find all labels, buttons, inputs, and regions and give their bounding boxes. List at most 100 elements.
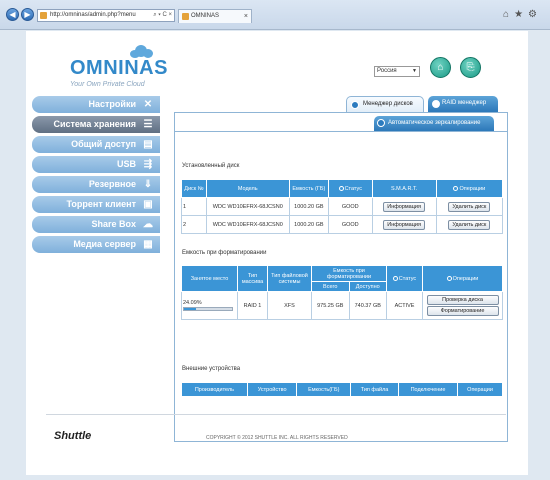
home-icon: ⌂ — [437, 62, 444, 73]
disk-num: 2 — [181, 215, 207, 234]
shuttle-logo: Shuttle — [54, 430, 92, 442]
total-capacity: 975.25 GB — [311, 291, 350, 320]
logo-tagline: Your Own Private Cloud — [70, 81, 145, 88]
table-header-row: Производитель Устройство Емкость(ГБ) Тип… — [181, 382, 503, 397]
smart-cell: Информация — [371, 197, 437, 216]
sidebar-item-label: Медиа сервер — [73, 239, 136, 249]
col-header: Операции — [435, 179, 504, 198]
col-header: Диск № — [181, 179, 207, 198]
used-space-fill — [184, 308, 196, 310]
raid-icon — [432, 100, 440, 108]
tab-close-icon[interactable]: × — [244, 10, 248, 23]
tab-raid-manager[interactable]: RAID менеджер — [428, 96, 498, 112]
disk-num: 1 — [181, 197, 207, 216]
smart-info-button[interactable]: Информация — [383, 219, 425, 230]
media-icon: ▦ — [143, 239, 153, 250]
table-row: 1 WDC WD10EFRX-68JCSN0 1000.20 GB GOOD И… — [181, 197, 504, 216]
col-subheader: Доступно — [348, 281, 387, 292]
disk-manager-panel: Автоматическое зеркалирование Установлен… — [174, 112, 508, 442]
sidebar-item-label: Резервное — [88, 179, 136, 189]
logout-icon: ⎘ — [466, 62, 475, 73]
status-icon — [392, 275, 398, 281]
col-header: Подключение — [397, 382, 459, 397]
gear-icon[interactable]: ⚙ — [528, 9, 542, 20]
logo: OMNINAS Your Own Private Cloud — [70, 45, 180, 88]
home-icon[interactable]: ⌂ — [503, 9, 514, 20]
sidebar-item-storage[interactable]: Система хранения ☰ — [32, 116, 160, 133]
table-header-row: Занятое место Тип массива Тип файловой с… — [181, 264, 503, 292]
col-header: Производитель — [181, 382, 248, 397]
home-button[interactable]: ⌂ — [430, 57, 451, 78]
smart-info-button[interactable]: Информация — [383, 201, 425, 212]
operations-icon — [446, 275, 452, 281]
logo-text: OMNINAS — [70, 57, 168, 79]
remove-disk-button[interactable]: Удалить диск — [448, 201, 491, 212]
torrent-icon: ▣ — [143, 199, 153, 210]
tab-favicon-icon — [182, 13, 189, 20]
sidebar-item-backup[interactable]: Резервное ⇓ — [32, 176, 160, 193]
sharebox-icon: ☁ — [143, 219, 153, 230]
col-header: S.M.A.R.T. — [371, 179, 437, 198]
disk-status: GOOD — [328, 215, 373, 234]
tab-auto-mirroring[interactable]: Автоматическое зеркалирование — [374, 116, 494, 131]
tools-icon: ✕ — [143, 99, 153, 110]
sidebar: Настройки ✕ Система хранения ☰ Общий досту… — [32, 96, 160, 256]
remove-disk-button[interactable]: Удалить диск — [448, 219, 491, 230]
tab-label: Автоматическое зеркалирование — [388, 120, 481, 126]
language-select[interactable]: Россия ▼ — [374, 66, 420, 77]
back-button[interactable]: ◀ — [6, 8, 19, 21]
op-cell: Удалить диск — [435, 215, 504, 234]
language-value: Россия — [377, 68, 397, 74]
installed-disks-table: Диск № Модель Емкость (ГБ) Статус S.M.A.… — [181, 179, 504, 234]
col-header-label: Операции — [452, 275, 479, 282]
external-devices-title: Внешние устройства — [182, 366, 241, 372]
format-button[interactable]: Форматирование — [426, 306, 499, 316]
sidebar-item-torrent[interactable]: Торрент клиент ▣ — [32, 196, 160, 213]
col-header: Тип файла — [350, 382, 399, 397]
array-type: RAID 1 — [237, 291, 268, 320]
browser-icons: ⌂★⚙ — [503, 9, 542, 20]
col-header: Емкость(ГБ) — [296, 382, 352, 397]
disk-capacity: 1000.20 GB — [288, 197, 330, 216]
tab-label: Менеджер дисков — [363, 101, 413, 107]
check-disk-button[interactable]: Проверка диска — [426, 295, 499, 305]
external-devices-table: Производитель Устройство Емкость(ГБ) Тип… — [181, 382, 503, 397]
formatted-capacity-title: Емкость при форматировании — [182, 250, 267, 256]
sidebar-item-settings[interactable]: Настройки ✕ — [32, 96, 160, 113]
usb-icon: ⇶ — [143, 159, 153, 170]
address-tools[interactable]: ⌕ ▾ C × — [153, 10, 172, 21]
col-header: Модель — [205, 179, 290, 198]
sidebar-item-label: Система хранения — [53, 119, 136, 129]
disk-capacity: 1000.20 GB — [288, 215, 330, 234]
table-row: 2 WDC WD10EFRX-68JCSN0 1000.20 GB GOOD И… — [181, 215, 504, 234]
star-icon[interactable]: ★ — [514, 9, 528, 20]
available-capacity: 740.37 GB — [348, 291, 387, 320]
footer-divider — [46, 414, 506, 415]
browser-tab[interactable]: OMNINAS × — [178, 9, 252, 23]
col-subheader: Всего — [311, 281, 350, 292]
tab-disk-manager[interactable]: Менеджер дисков — [346, 96, 424, 112]
sidebar-item-sharing[interactable]: Общий доступ ▤ — [32, 136, 160, 153]
col-header: Устройство — [246, 382, 298, 397]
col-header: Статус — [328, 179, 373, 198]
col-header: Операции — [457, 382, 503, 397]
chevron-down-icon: ▼ — [412, 68, 417, 74]
address-text: http://omninas/admin.php?menu — [50, 12, 136, 18]
mirror-icon — [377, 119, 385, 127]
operations-icon — [453, 185, 459, 191]
table-header-row: Диск № Модель Емкость (ГБ) Статус S.M.A.… — [181, 179, 504, 198]
array-status: ACTIVE — [386, 291, 423, 320]
sidebar-item-media[interactable]: Медиа сервер ▦ — [32, 236, 160, 253]
sidebar-item-usb[interactable]: USB ⇶ — [32, 156, 160, 173]
browser-toolbar: ◀ ▶ http://omninas/admin.php?menu ⌕ ▾ C … — [0, 0, 550, 30]
divider — [175, 131, 507, 132]
disk-model: WDC WD10EFRX-68JCSN0 — [205, 215, 290, 234]
op-cell: Проверка диска Форматирование — [422, 291, 503, 320]
sidebar-item-sharebox[interactable]: Share Box ☁ — [32, 216, 160, 233]
used-space-bar — [183, 307, 233, 311]
col-header: Занятое место — [181, 265, 238, 292]
logout-button[interactable]: ⎘ — [460, 57, 481, 78]
tab-label: RAID менеджер — [442, 100, 487, 106]
forward-button[interactable]: ▶ — [21, 8, 34, 21]
address-bar[interactable]: http://omninas/admin.php?menu ⌕ ▾ C × — [37, 9, 175, 22]
